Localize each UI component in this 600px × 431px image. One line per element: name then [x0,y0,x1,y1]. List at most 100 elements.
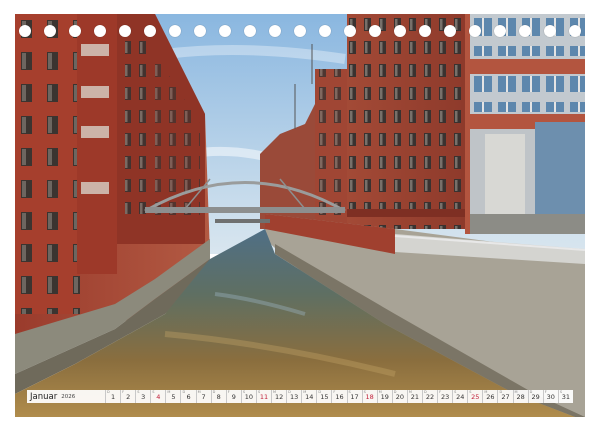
weekday-letter: D [499,390,503,394]
binding-hole [94,25,106,37]
day-number: 27 [501,392,510,401]
weekday-letter: M [484,390,488,394]
binding-hole [194,25,206,37]
day-cell: M 19 [376,390,392,403]
day-number: 26 [486,392,495,401]
weekday-letter: D [318,390,322,394]
weekday-letter: D [182,390,186,394]
binding-hole [269,25,281,37]
day-cell: M 21 [406,390,422,403]
binding-hole [69,25,81,37]
canal-photo [15,14,585,417]
day-number: 9 [231,392,236,401]
day-number: 13 [290,392,299,401]
day-number: 7 [201,392,206,401]
binding-hole [344,25,356,37]
binding-hole [244,25,256,37]
day-cell: D 27 [497,390,512,403]
binding-hole [44,25,56,37]
day-cell: F9 [225,390,241,403]
day-cell: S 10 [240,390,256,403]
day-cell: D1 [105,390,120,403]
day-cell: D8 [210,390,226,403]
weekday-letter: M [408,390,412,394]
day-number: 2 [126,392,131,401]
day-number: 22 [425,392,435,401]
day-cells: D 1 F 2 S 3 S 4 M 5 D 6 M 7 D 8 F 9 S 10 S 11 M 12 D 13 M 14 D 15 F 16 S… [105,390,573,403]
day-number: 28 [516,392,525,401]
weekday-letter: F [227,390,230,394]
weekday-letter: S [454,390,457,394]
month-name: Januar [30,391,58,402]
binding-holes [0,25,600,39]
binding-hole [569,25,581,37]
weekday-letter: D [393,390,397,394]
binding-hole [519,25,531,37]
day-number: 5 [171,392,176,401]
binding-hole [394,25,406,37]
weekday-letter: M [197,390,201,394]
day-cell: M 14 [301,390,316,403]
day-number: 30 [546,392,555,401]
day-cell: D6 [180,390,195,403]
binding-hole [544,25,556,37]
canal-scene [15,14,585,417]
weekday-letter: S [137,390,140,394]
day-cell: D 22 [421,390,437,403]
weekday-letter: D [529,390,533,394]
binding-hole [319,25,331,37]
binding-hole [119,25,131,37]
weekday-letter: M [514,390,518,394]
day-number: 19 [380,392,389,401]
binding-hole [369,25,381,37]
day-cell: M 12 [271,390,286,403]
month-label: Januar 2026 [27,390,105,403]
day-number: 11 [259,392,269,401]
weekday-letter: S [559,390,563,394]
day-number: 14 [305,392,314,401]
binding-hole [219,25,231,37]
day-number: 6 [186,392,191,401]
day-cell: M 28 [512,390,528,403]
day-number: 16 [335,392,344,401]
weekday-letter: D [107,390,110,394]
day-number: 12 [274,392,284,401]
day-cell: M7 [195,390,211,403]
day-cell: S 25 [467,390,482,403]
day-number: 1 [110,392,116,401]
day-cell: S 31 [557,390,573,403]
binding-hole [294,25,306,37]
day-cell: S 24 [452,390,467,403]
day-cell: F 30 [542,390,558,403]
day-cell: D 20 [391,390,407,403]
binding-hole [19,25,31,37]
weekday-letter: M [303,390,307,394]
binding-hole [144,25,156,37]
day-number: 15 [320,392,329,401]
day-number: 23 [440,392,450,401]
day-cell: S4 [150,390,165,403]
weekday-letter: M [273,390,277,394]
weekday-letter: D [288,390,291,394]
weekday-letter: S [363,390,366,394]
weekday-letter: M [167,390,171,394]
weekday-letter: S [469,390,472,394]
binding-hole [494,25,506,37]
day-cell: D 29 [527,390,543,403]
day-number: 31 [561,392,570,401]
day-number: 20 [395,392,404,401]
weekday-letter: M [378,390,382,394]
binding-hole [169,25,181,37]
day-cell: F 23 [437,390,452,403]
day-number: 17 [350,392,359,401]
weekday-letter: F [122,390,125,394]
binding-hole [469,25,481,37]
day-number: 4 [156,392,161,401]
calendar-page: Januar 2026 D 1 F 2 S 3 S 4 M 5 D 6 M 7 D 8 F 9 S 10 S 11 M 12 D… [0,0,600,431]
month-year: 2026 [61,393,76,400]
day-cell: F2 [120,390,135,403]
weekday-letter: F [439,390,442,394]
binding-hole [419,25,431,37]
day-cell: S 17 [346,390,362,403]
day-cell: M 26 [482,390,497,403]
